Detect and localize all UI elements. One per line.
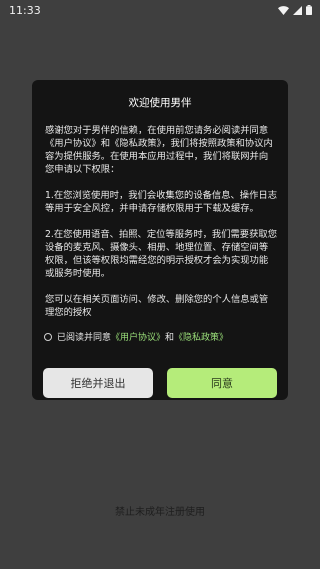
- status-icons: [278, 5, 312, 15]
- agree-radio[interactable]: [44, 332, 52, 341]
- dialog-paragraph-1: 1.在您浏览使用时，我们会收集您的设备信息、操作日志等用于安全风控，并申请存储权…: [45, 190, 277, 214]
- agree-and: 和: [165, 333, 175, 343]
- agree-prefix: 已阅读并同意: [57, 333, 112, 343]
- signal-icon: [293, 5, 302, 15]
- agree-button[interactable]: 同意: [167, 368, 277, 398]
- privacy-policy-link[interactable]: 《隐私政策》: [174, 330, 228, 343]
- agree-checkbox-row[interactable]: 已阅读并同意 《用户协议》 和 《隐私政策》: [44, 330, 228, 343]
- dialog-body: 感谢您对于男伴的信赖，在使用前您请务必阅读并同意《用户协议》和《隐私政策》，我们…: [45, 124, 277, 332]
- wifi-icon: [278, 5, 289, 15]
- dialog-paragraph-intro: 感谢您对于男伴的信赖，在使用前您请务必阅读并同意《用户协议》和《隐私政策》，我们…: [45, 125, 273, 175]
- minor-warning-text: 禁止未成年注册使用: [115, 507, 205, 518]
- dialog-paragraph-3: 您可以在相关页面访问、修改、删除您的个人信息或管理您的授权: [45, 294, 269, 318]
- privacy-dialog: 欢迎使用男伴 感谢您对于男伴的信赖，在使用前您请务必阅读并同意《用户协议》和《隐…: [32, 80, 288, 400]
- battery-icon: [306, 5, 312, 15]
- user-agreement-link[interactable]: 《用户协议》: [111, 330, 165, 343]
- status-time: 11:33: [9, 3, 41, 17]
- status-bar: 11:33: [0, 0, 320, 20]
- dialog-title: 欢迎使用男伴: [128, 97, 192, 109]
- dialog-paragraph-2: 2.在您使用语音、拍照、定位等服务时，我们需要获取您设备的麦克风、摄像头、相册、…: [45, 229, 277, 279]
- reject-exit-button[interactable]: 拒绝并退出: [43, 368, 153, 398]
